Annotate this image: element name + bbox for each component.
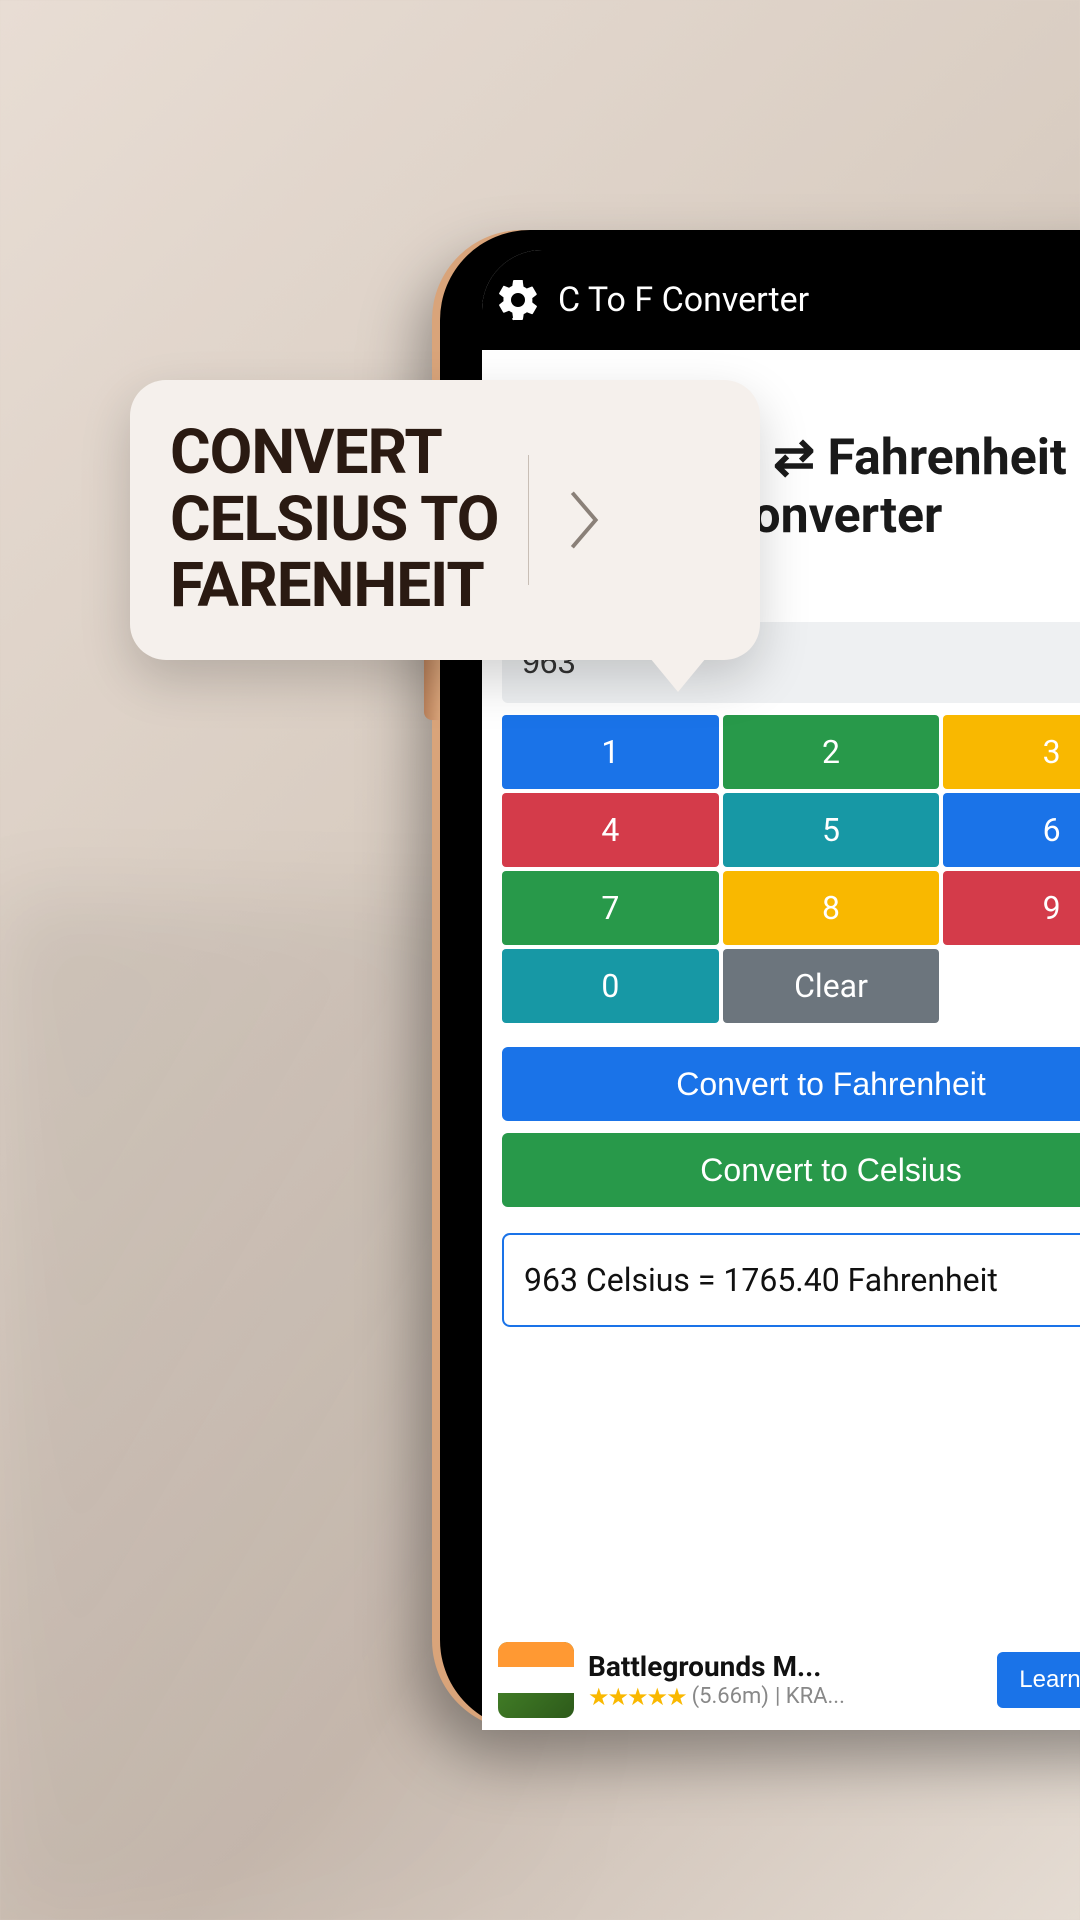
tooltip-text: CONVERT CELSIUS TO FARENHEIT [170, 420, 498, 621]
ad-app-icon [498, 1642, 574, 1718]
convert-to-fahrenheit-button[interactable]: Convert to Fahrenheit [502, 1047, 1080, 1121]
key-1[interactable]: 1 [502, 715, 719, 789]
key-9[interactable]: 9 [943, 871, 1080, 945]
settings-icon[interactable] [494, 276, 542, 324]
tooltip-line1: CONVERT [170, 416, 442, 489]
keypad: 1 2 3 4 5 6 7 8 9 0 Clear [502, 715, 1080, 1023]
ad-meta: ★★★★★ (5.66m) | KRA... [588, 1683, 983, 1711]
ad-banner[interactable]: Battlegrounds M... ★★★★★ (5.66m) | KRA..… [482, 1630, 1080, 1730]
chevron-right-icon [559, 485, 609, 555]
key-0[interactable]: 0 [502, 949, 719, 1023]
key-clear[interactable]: Clear [723, 949, 940, 1023]
key-6[interactable]: 6 [943, 793, 1080, 867]
app-title: C To F Converter [558, 280, 809, 320]
ad-text: Battlegrounds M... ★★★★★ (5.66m) | KRA..… [588, 1650, 983, 1711]
key-3[interactable]: 3 [943, 715, 1080, 789]
star-rating-icon: ★★★★★ [588, 1683, 686, 1711]
key-7[interactable]: 7 [502, 871, 719, 945]
key-2[interactable]: 2 [723, 715, 940, 789]
ad-reviews: (5.66m) [692, 1684, 769, 1709]
app-bar: C To F Converter [482, 250, 1080, 350]
key-5[interactable]: 5 [723, 793, 940, 867]
key-8[interactable]: 8 [723, 871, 940, 945]
key-4[interactable]: 4 [502, 793, 719, 867]
ad-title: Battlegrounds M... [588, 1650, 983, 1683]
convert-to-celsius-button[interactable]: Convert to Celsius [502, 1133, 1080, 1207]
tooltip-line3: FARENHEIT [170, 549, 484, 622]
tooltip-line2: CELSIUS TO [170, 483, 498, 556]
ad-publisher: | KRA... [775, 1684, 845, 1709]
ad-cta-button[interactable]: Learn More [997, 1652, 1080, 1708]
promo-tooltip: CONVERT CELSIUS TO FARENHEIT [130, 380, 760, 660]
tooltip-divider [528, 455, 529, 585]
result-output: 963 Celsius = 1765.40 Fahrenheit [502, 1233, 1080, 1327]
